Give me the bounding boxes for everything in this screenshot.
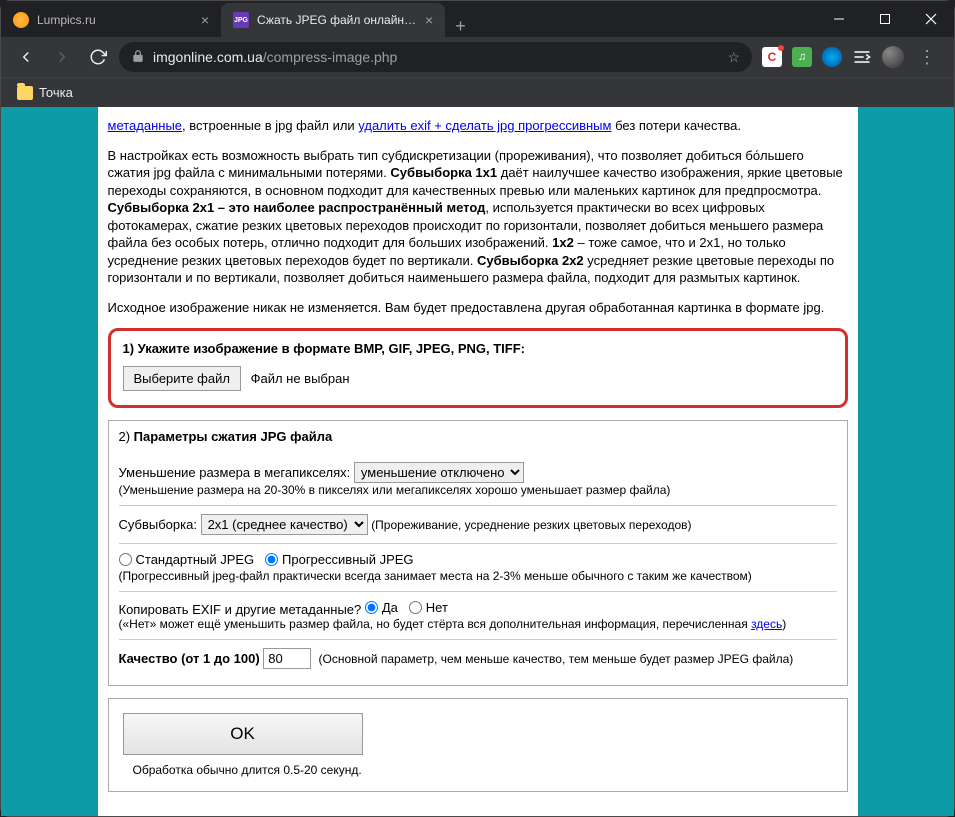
section-params-title: 2) Параметры сжатия JPG файла <box>119 429 837 444</box>
extension-globe-icon[interactable] <box>822 47 842 67</box>
param-quality: Качество (от 1 до 100) (Основной парамет… <box>119 640 837 677</box>
param-jpeg-hint: (Прогрессивный jpeg-файл практически все… <box>119 569 837 583</box>
param-jpeg-type: Стандартный JPEG Прогрессивный JPEG (Про… <box>119 544 837 592</box>
section-submit: OK Обработка обычно длится 0.5-20 секунд… <box>108 698 848 792</box>
label-progressive-jpeg: Прогрессивный JPEG <box>282 552 414 567</box>
param-subsample-hint: (Прореживание, усреднение резких цветовы… <box>371 518 691 532</box>
file-status: Файл не выбран <box>251 371 350 386</box>
intro-paragraph-3: Исходное изображение никак не изменяется… <box>108 299 848 317</box>
page-viewport[interactable]: метаданные, встроенные в jpg файл или уд… <box>1 107 954 816</box>
label-exif-yes: Да <box>382 600 398 615</box>
quality-input[interactable] <box>263 648 311 669</box>
close-tab-icon[interactable]: × <box>425 12 433 28</box>
param-exif: Копировать EXIF и другие метаданные? Да … <box>119 592 837 640</box>
param-exif-hint: («Нет» может ещё уменьшить размер файла,… <box>119 617 837 631</box>
label-exif-no: Нет <box>426 600 448 615</box>
profile-avatar[interactable] <box>882 46 904 68</box>
tab-title: Lumpics.ru <box>37 13 96 27</box>
param-quality-label: Качество (от 1 до 100) <box>119 651 264 666</box>
minimize-button[interactable] <box>816 1 862 37</box>
close-window-button[interactable] <box>908 1 954 37</box>
link-exif-here[interactable]: здесь <box>751 617 782 631</box>
favicon-jpg-icon: JPG <box>233 12 249 28</box>
favicon-lumpics-icon <box>13 12 29 28</box>
intro-paragraph-2: В настройках есть возможность выбрать ти… <box>108 147 848 287</box>
new-tab-button[interactable]: + <box>445 16 476 37</box>
browser-menu-button[interactable]: ⋮ <box>914 47 940 68</box>
extension-reading-list-icon[interactable] <box>852 47 872 67</box>
extension-music-icon[interactable] <box>792 47 812 67</box>
url-host: imgonline.com.ua <box>153 49 263 65</box>
section-params: 2) Параметры сжатия JPG файла Уменьшение… <box>108 420 848 686</box>
link-delete-exif[interactable]: удалить exif + сделать jpg прогрессивным <box>358 118 611 133</box>
param-subsample-label: Субвыборка: <box>119 517 201 532</box>
radio-standard-jpeg[interactable] <box>119 553 132 566</box>
radio-exif-no[interactable] <box>409 601 422 614</box>
bookmarks-bar: Точка <box>1 77 954 107</box>
param-megapixels-hint: (Уменьшение размера на 20-30% в пикселях… <box>119 483 837 497</box>
section-upload-title: 1) Укажите изображение в формате BMP, GI… <box>123 341 833 356</box>
forward-button[interactable] <box>47 44 77 70</box>
close-tab-icon[interactable]: × <box>201 12 209 28</box>
intro-paragraph-1: метаданные, встроенные в jpg файл или уд… <box>108 117 848 135</box>
page-content: метаданные, встроенные в jpg файл или уд… <box>98 107 858 816</box>
url-path: /compress-image.php <box>263 49 398 65</box>
lock-icon <box>131 49 145 66</box>
ok-button[interactable]: OK <box>123 713 363 755</box>
folder-icon <box>17 86 33 100</box>
address-bar: imgonline.com.ua/compress-image.php ☆ ⋮ <box>1 37 954 77</box>
megapixels-select[interactable]: уменьшение отключено <box>354 462 524 483</box>
tab-lumpics[interactable]: Lumpics.ru × <box>1 3 221 37</box>
extension-c-icon[interactable] <box>762 47 782 67</box>
subsample-select[interactable]: 2x1 (среднее качество) <box>201 514 368 535</box>
param-megapixels-label: Уменьшение размера в мегапикселях: <box>119 465 354 480</box>
param-exif-label: Копировать EXIF и другие метаданные? <box>119 602 365 617</box>
choose-file-button[interactable]: Выберите файл <box>123 366 241 391</box>
reload-button[interactable] <box>83 44 113 70</box>
param-megapixels: Уменьшение размера в мегапикселях: умень… <box>119 454 837 506</box>
tab-imgonline[interactable]: JPG Сжать JPEG файл онлайн - IMG × <box>221 3 445 37</box>
radio-progressive-jpeg[interactable] <box>265 553 278 566</box>
url-input[interactable]: imgonline.com.ua/compress-image.php ☆ <box>119 42 752 72</box>
link-metadata[interactable]: метаданные <box>108 118 183 133</box>
bookmark-star-icon[interactable]: ☆ <box>727 49 740 66</box>
titlebar: Lumpics.ru × JPG Сжать JPEG файл онлайн … <box>1 1 954 37</box>
section-upload: 1) Укажите изображение в формате BMP, GI… <box>108 328 848 408</box>
bookmark-label: Точка <box>39 85 73 100</box>
radio-exif-yes[interactable] <box>365 601 378 614</box>
tab-title: Сжать JPEG файл онлайн - IMG <box>257 13 417 27</box>
maximize-button[interactable] <box>862 1 908 37</box>
bookmark-folder-tochka[interactable]: Точка <box>17 85 73 100</box>
label-standard-jpeg: Стандартный JPEG <box>136 552 255 567</box>
param-subsample: Субвыборка: 2x1 (среднее качество) (Прор… <box>119 506 837 544</box>
processing-hint: Обработка обычно длится 0.5-20 секунд. <box>123 763 833 777</box>
back-button[interactable] <box>11 44 41 70</box>
param-quality-hint: (Основной параметр, чем меньше качество,… <box>319 652 794 666</box>
